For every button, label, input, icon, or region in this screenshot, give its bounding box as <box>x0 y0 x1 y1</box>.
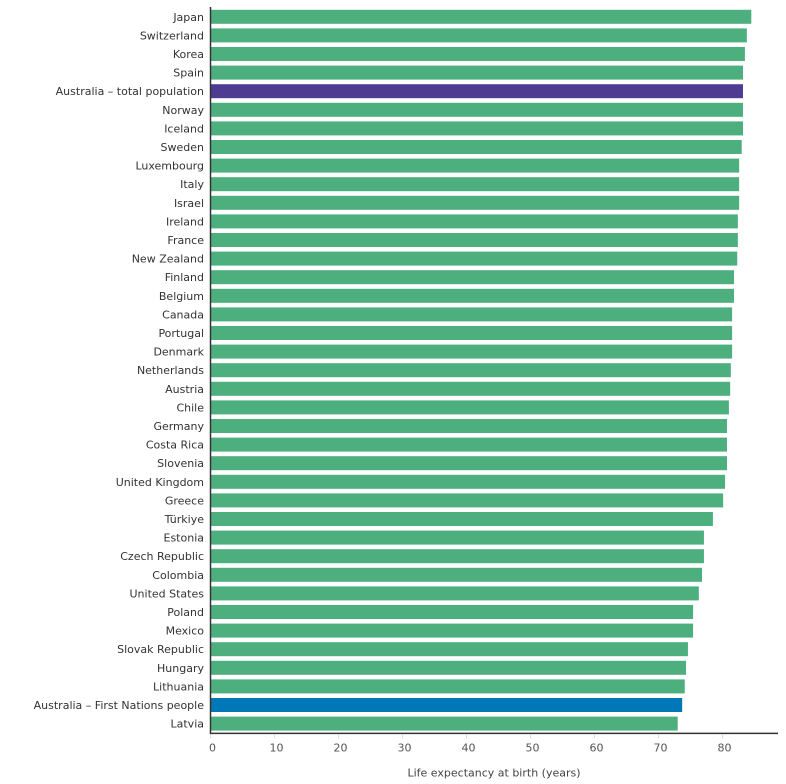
category-label: Norway <box>162 104 204 117</box>
category-label: Korea <box>173 48 204 61</box>
category-label: Slovak Republic <box>117 643 204 656</box>
x-tick-label: 50 <box>526 741 540 754</box>
bar-colombia[interactable] <box>211 567 703 582</box>
category-label: Türkiye <box>164 513 205 526</box>
category-label: Switzerland <box>140 29 204 42</box>
x-tick-label: 70 <box>654 741 668 754</box>
category-label: Israel <box>174 197 204 210</box>
bars-group <box>211 9 752 731</box>
bar-iceland[interactable] <box>211 121 743 136</box>
category-label: Italy <box>180 178 204 191</box>
bar-denmark[interactable] <box>211 344 733 359</box>
category-label: Estonia <box>164 532 205 545</box>
bar-slovak-republic[interactable] <box>211 642 688 657</box>
category-label: Ireland <box>166 215 204 228</box>
bar-united-states[interactable] <box>211 586 699 601</box>
category-label: Netherlands <box>137 364 204 377</box>
category-label: Slovenia <box>157 457 204 470</box>
bar-finland[interactable] <box>211 270 735 285</box>
bar-italy[interactable] <box>211 177 740 192</box>
bar-poland[interactable] <box>211 605 694 619</box>
category-label: Lithuania <box>153 680 204 693</box>
category-label: Colombia <box>152 569 204 582</box>
bar-portugal[interactable] <box>211 326 733 340</box>
category-label: Denmark <box>153 346 204 359</box>
bar-estonia[interactable] <box>211 530 704 545</box>
category-label: Spain <box>173 67 204 80</box>
category-label: United Kingdom <box>116 476 204 489</box>
category-label: Finland <box>165 271 204 284</box>
category-label: Japan <box>172 11 204 24</box>
category-labels-group: Japan Switzerland Korea Spain Australia – to… <box>34 11 205 731</box>
bar-australia-total-population[interactable] <box>211 84 743 99</box>
x-tick-label: 0 <box>209 741 216 754</box>
category-label: Portugal <box>158 327 204 340</box>
bar-mexico[interactable] <box>211 623 694 638</box>
category-label: Hungary <box>157 662 204 675</box>
category-label: Sweden <box>161 141 204 154</box>
bar-united-kingdom[interactable] <box>211 474 726 489</box>
category-label: Australia – total population <box>56 85 204 98</box>
bar-korea[interactable] <box>211 47 745 61</box>
bar-latvia[interactable] <box>211 716 678 731</box>
category-label: Germany <box>153 420 204 433</box>
life-expectancy-bar-chart: Japan Switzerland Korea Spain Australia – to… <box>34 7 778 779</box>
category-label: Latvia <box>171 718 205 731</box>
x-axis-title: Life expectancy at birth (years) <box>407 766 580 779</box>
x-tick-label: 20 <box>334 741 348 754</box>
bar-luxembourg[interactable] <box>211 158 740 173</box>
bar-netherlands[interactable] <box>211 363 731 378</box>
bar-germany[interactable] <box>211 419 727 433</box>
category-label: Australia – First Nations people <box>34 699 205 712</box>
category-label: Canada <box>162 308 204 321</box>
bar-austria[interactable] <box>211 381 731 396</box>
bar-israel[interactable] <box>211 195 740 210</box>
category-label: Greece <box>165 494 204 507</box>
category-label: Chile <box>176 401 204 414</box>
x-tick-label: 80 <box>718 741 732 754</box>
x-tick-label: 60 <box>590 741 604 754</box>
category-label: Poland <box>167 606 204 619</box>
bar-spain[interactable] <box>211 65 743 80</box>
bar-new-zealand[interactable] <box>211 251 738 266</box>
bar-greece[interactable] <box>211 493 724 508</box>
bar-hungary[interactable] <box>211 660 687 675</box>
category-label: Austria <box>165 383 204 396</box>
bar-switzerland[interactable] <box>211 28 747 43</box>
x-tick-label: 10 <box>270 741 284 754</box>
category-label: Mexico <box>166 625 205 638</box>
x-tick-label: 30 <box>398 741 412 754</box>
category-label: Costa Rica <box>146 439 204 452</box>
bar-lithuania[interactable] <box>211 679 685 694</box>
category-label: Luxembourg <box>135 160 204 173</box>
category-label: Iceland <box>164 122 204 135</box>
bar-sweden[interactable] <box>211 140 742 154</box>
x-tick-label: 40 <box>462 741 476 754</box>
bar-belgium[interactable] <box>211 288 735 303</box>
bar-costa-rica[interactable] <box>211 437 727 452</box>
bar-slovenia[interactable] <box>211 456 727 471</box>
category-label: New Zealand <box>132 253 204 266</box>
category-label: Belgium <box>159 290 204 303</box>
category-label: United States <box>130 587 205 600</box>
category-label: Czech Republic <box>120 550 204 563</box>
x-ticks-group: 0 10 20 30 40 50 60 70 80 <box>209 734 732 754</box>
bar-chile[interactable] <box>211 400 729 415</box>
bar-canada[interactable] <box>211 307 733 322</box>
category-label: France <box>167 234 204 247</box>
bar-australia-first-nations-people[interactable] <box>211 698 683 712</box>
bar-norway[interactable] <box>211 102 743 117</box>
bar-t-rkiye[interactable] <box>211 512 713 526</box>
bar-ireland[interactable] <box>211 214 738 229</box>
bar-france[interactable] <box>211 233 738 247</box>
bar-japan[interactable] <box>211 9 752 24</box>
bar-czech-republic[interactable] <box>211 549 704 564</box>
